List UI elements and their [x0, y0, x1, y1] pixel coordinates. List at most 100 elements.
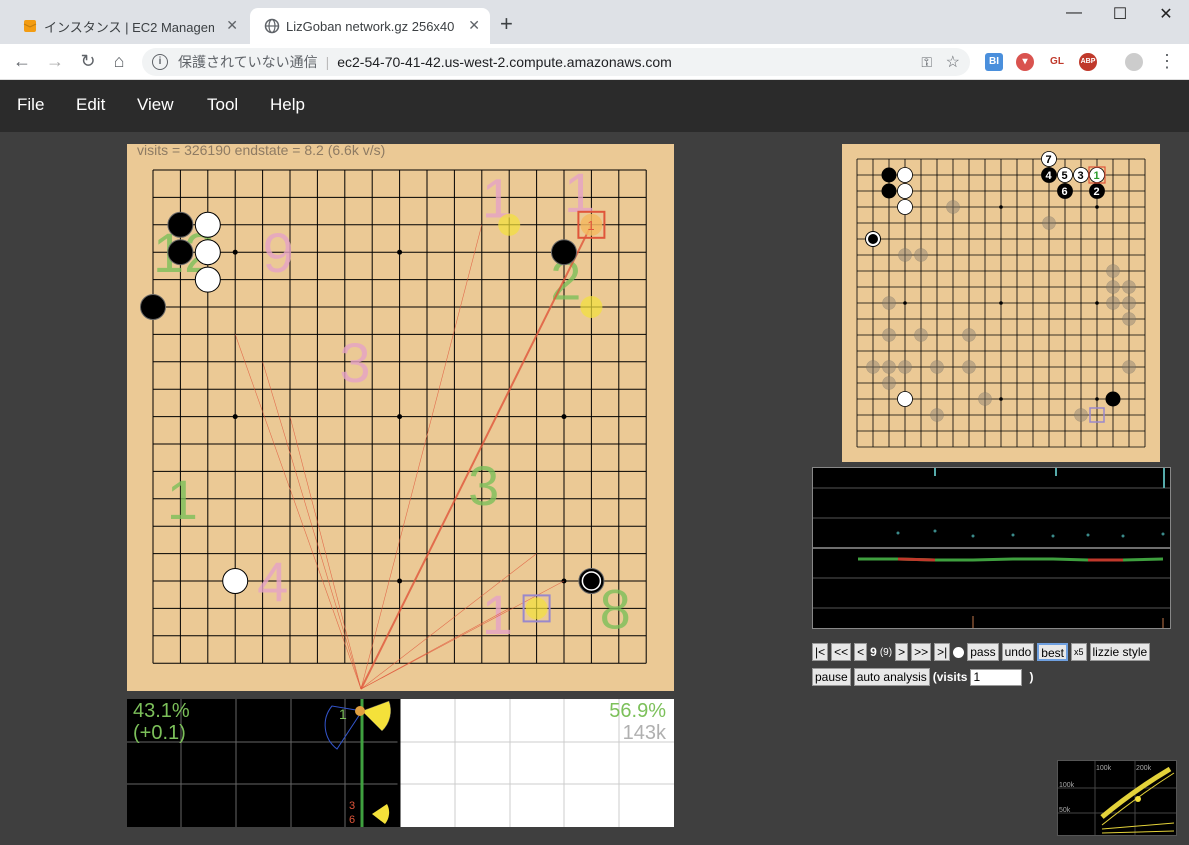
- reload-icon[interactable]: ↻: [77, 51, 99, 72]
- info-icon[interactable]: i: [152, 54, 168, 70]
- back-10-button[interactable]: <<: [831, 643, 852, 661]
- sub-star-point: [1095, 205, 1099, 209]
- forward-10-button[interactable]: >>: [911, 643, 932, 661]
- tab-lizgoban[interactable]: LizGoban network.gz 256x40 ✕: [250, 8, 490, 44]
- pv-move-number: 7: [1046, 154, 1052, 166]
- abp-extension-icon[interactable]: ABP: [1079, 53, 1097, 71]
- visits-mini-chart: 100k 200k 100k 50k: [1057, 760, 1177, 836]
- move-number: 9: [870, 645, 877, 659]
- suggestion-label: 3: [339, 331, 370, 394]
- visits-count: 143k: [622, 722, 666, 744]
- white-winrate-pct: 56.9%: [609, 700, 666, 722]
- pass-button[interactable]: pass: [967, 643, 999, 661]
- winrate-bar: 3 6 1 43.1% (+0.1) 56.9% 143k: [127, 699, 674, 827]
- pv-line: [360, 580, 565, 690]
- sub-candidate: [1106, 280, 1120, 294]
- aws-cube-icon: [22, 18, 38, 34]
- gl-extension-icon[interactable]: GL: [1046, 53, 1068, 71]
- nav-row: |< << < 9 (9) > >> >| pass undo best x5 …: [812, 642, 1182, 662]
- board-canvas[interactable]: 1291123134181: [127, 144, 674, 691]
- sub-white-stone: [897, 199, 913, 215]
- svg-text:6: 6: [349, 814, 355, 826]
- sub-white-stone: [897, 391, 913, 407]
- menu-kebab-icon[interactable]: ⋮: [1156, 51, 1178, 72]
- menu-view[interactable]: View: [137, 95, 174, 115]
- black-winrate-pct: 43.1%: [133, 700, 190, 722]
- sub-candidate: [914, 248, 928, 262]
- forward-icon[interactable]: →: [44, 51, 66, 72]
- key-icon[interactable]: ⚿: [921, 54, 932, 71]
- pv-move-number: 5: [1062, 170, 1068, 182]
- tab-title: LizGoban network.gz 256x40: [286, 18, 455, 34]
- suggestion-label: 1: [167, 468, 198, 531]
- x5-button[interactable]: x5: [1070, 643, 1087, 661]
- white-stone: [222, 568, 249, 594]
- visits-label: (visits: [932, 670, 968, 684]
- new-tab-button[interactable]: +: [500, 13, 513, 35]
- bi-extension-icon[interactable]: BI: [985, 53, 1003, 71]
- menu-file[interactable]: File: [17, 95, 44, 115]
- sub-candidate: [898, 248, 912, 262]
- sub-go-board[interactable]: 7 4531 6 2: [842, 144, 1160, 462]
- close-tab-icon[interactable]: ✕: [226, 17, 238, 34]
- suggestion-label: 9: [263, 221, 294, 284]
- next-move-button[interactable]: >: [895, 643, 909, 661]
- address-bar[interactable]: i 保護されていない通信 | ec2-54-70-41-42.us-west-2…: [142, 48, 970, 76]
- undo-button[interactable]: undo: [1001, 643, 1035, 661]
- sub-candidate: [962, 360, 976, 374]
- sub-black-stone: [1105, 391, 1121, 407]
- home-icon[interactable]: ⌂: [108, 51, 130, 72]
- star-point: [397, 249, 403, 255]
- candidate-move: [498, 213, 521, 236]
- sub-candidate: [898, 360, 912, 374]
- candidate-move: [580, 296, 603, 318]
- menu-edit[interactable]: Edit: [76, 95, 105, 115]
- sub-candidate: [1122, 280, 1136, 294]
- pv-line: [360, 224, 593, 690]
- last-move-button[interactable]: >|: [934, 643, 951, 661]
- menu-tool[interactable]: Tool: [207, 95, 238, 115]
- browser-tab-strip: インスタンス | EC2 Management Co ✕ LizGoban ne…: [0, 0, 1189, 44]
- sub-candidate: [882, 376, 896, 390]
- maximize-icon[interactable]: ☐: [1097, 4, 1143, 24]
- sub-candidate: [962, 328, 976, 342]
- close-window-icon[interactable]: ✕: [1143, 4, 1189, 24]
- star-point: [232, 414, 238, 420]
- black-winrate-delta: (+0.1): [133, 722, 186, 744]
- lizgoban-app: File Edit View Tool Help 1291123134181 v…: [0, 80, 1189, 845]
- winrate-graph[interactable]: [812, 467, 1171, 629]
- sub-candidate: [914, 328, 928, 342]
- move-total: (9): [879, 646, 893, 658]
- white-stone: [194, 239, 221, 266]
- minimize-icon[interactable]: —: [1051, 4, 1097, 22]
- mini-label-100k: 100k: [1096, 765, 1112, 772]
- suggestion-label: 8: [600, 577, 631, 640]
- black-stone: [140, 294, 166, 320]
- main-go-board[interactable]: 1291123134181 visits = 326190 endstate =…: [127, 142, 674, 691]
- sub-candidate: [1122, 360, 1136, 374]
- shield-extension-icon[interactable]: ▾: [1016, 53, 1034, 71]
- tab-ec2[interactable]: インスタンス | EC2 Management Co ✕: [8, 8, 248, 44]
- back-icon[interactable]: ←: [11, 51, 33, 72]
- graph-canvas: [813, 468, 1170, 628]
- auto-analysis-button[interactable]: auto analysis: [853, 668, 930, 686]
- pause-button[interactable]: pause: [812, 668, 851, 686]
- menu-help[interactable]: Help: [270, 95, 305, 115]
- prev-move-button[interactable]: <: [854, 643, 868, 661]
- candidate-move: [525, 597, 548, 620]
- close-tab-icon[interactable]: ✕: [468, 17, 480, 34]
- white-stone: [194, 211, 221, 238]
- sub-black-stone: [868, 234, 878, 244]
- lizzie-style-button[interactable]: lizzie style: [1089, 643, 1151, 661]
- profile-avatar-icon[interactable]: [1125, 53, 1143, 71]
- analysis-row: pause auto analysis (visits ): [812, 667, 1182, 687]
- first-move-button[interactable]: |<: [812, 643, 829, 661]
- url-text: ec2-54-70-41-42.us-west-2.compute.amazon…: [337, 54, 672, 70]
- sub-candidate: [1106, 296, 1120, 310]
- svg-text:1: 1: [339, 706, 347, 722]
- star-icon[interactable]: ☆: [946, 52, 960, 72]
- best-button[interactable]: best: [1037, 643, 1068, 661]
- sub-board-canvas[interactable]: 7 4 5 3 1 6 2: [842, 144, 1160, 462]
- sub-star-point: [999, 301, 1003, 305]
- visits-input[interactable]: [970, 668, 1023, 686]
